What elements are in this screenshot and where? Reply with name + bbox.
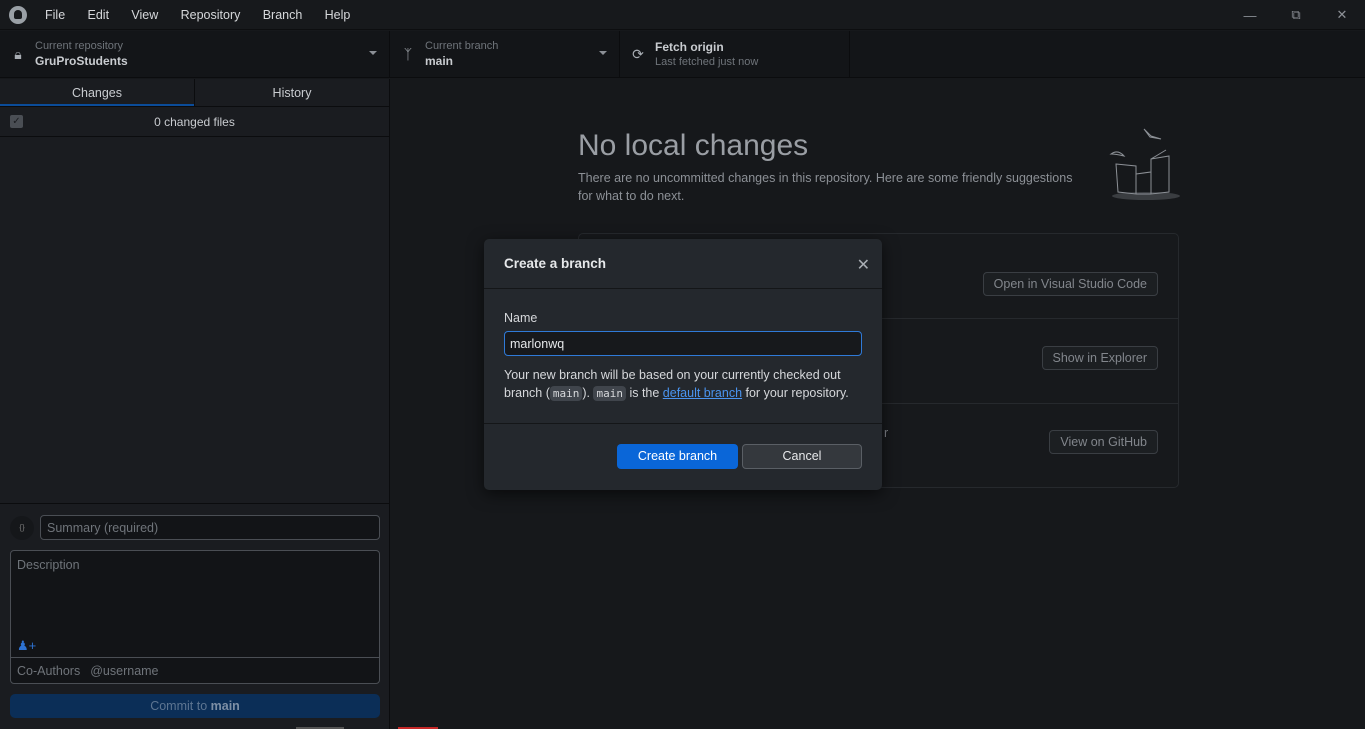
commit-form: {} Summary (required) Description ♟+ Co-… — [0, 503, 389, 729]
menu-bar: File Edit View Repository Branch Help — [45, 8, 369, 22]
name-label: Name — [504, 311, 538, 325]
fetch-origin-button[interactable]: ⟳ Fetch origin Last fetched just now — [620, 31, 850, 77]
add-coauthor-icon[interactable]: ♟+ — [17, 638, 36, 654]
toolbar: 🔒︎ Current repository GruProStudents ᛉ Cu… — [0, 31, 1365, 78]
menu-edit[interactable]: Edit — [88, 8, 110, 22]
page-lead: There are no uncommitted changes in this… — [578, 171, 1073, 203]
cancel-button[interactable]: Cancel — [742, 444, 862, 469]
page-title: No local changes — [578, 129, 809, 162]
current-repository-button[interactable]: 🔒︎ Current repository GruProStudents — [0, 31, 390, 77]
code-main: main — [549, 386, 583, 401]
create-branch-dialog: Create a branch ✕ Name Your new branch w… — [484, 239, 882, 490]
coauthors-label: Co-Authors — [17, 664, 81, 678]
help-part: for your repository. — [742, 386, 849, 400]
help-part: ). — [582, 386, 594, 400]
description-input[interactable]: Description ♟+ Co-Authors @username — [10, 550, 380, 684]
coauthors-input[interactable]: Co-Authors @username — [11, 657, 379, 683]
title-bar: File Edit View Repository Branch Help — … — [0, 0, 1365, 30]
partial-text: r — [884, 426, 889, 440]
fetch-label: Fetch origin — [655, 40, 724, 54]
fetch-status: Last fetched just now — [655, 56, 759, 68]
help-part: is the — [625, 386, 663, 400]
repo-label: Current repository — [35, 40, 124, 52]
avatar: {} — [10, 516, 34, 540]
default-branch-link[interactable]: default branch — [663, 386, 742, 400]
menu-file[interactable]: File — [45, 8, 65, 22]
menu-branch[interactable]: Branch — [263, 8, 303, 22]
sync-icon: ⟳ — [632, 45, 644, 62]
code-main: main — [593, 386, 626, 401]
menu-repository[interactable]: Repository — [181, 8, 241, 22]
summary-input[interactable]: Summary (required) — [40, 515, 380, 540]
caret-down-icon — [369, 51, 377, 55]
changed-files-count: 0 changed files — [154, 114, 235, 129]
select-all-checkbox[interactable]: ✓ — [10, 115, 23, 128]
coauthors-placeholder: @username — [90, 664, 159, 678]
description-placeholder: Description — [17, 558, 80, 572]
sidebar: Changes History ✓ 0 changed files {} Sum… — [0, 79, 390, 729]
close-window-icon[interactable]: ✕ — [1319, 0, 1365, 30]
minimize-icon[interactable]: — — [1227, 0, 1273, 30]
github-logo-icon — [9, 5, 27, 24]
tab-history[interactable]: History — [194, 79, 389, 106]
repo-name: GruProStudents — [35, 54, 128, 68]
branch-name-input[interactable] — [504, 331, 862, 356]
close-icon[interactable]: ✕ — [857, 255, 870, 275]
tab-changes[interactable]: Changes — [0, 79, 194, 106]
menu-help[interactable]: Help — [325, 8, 351, 22]
lock-icon: 🔒︎ — [14, 45, 22, 62]
menu-view[interactable]: View — [131, 8, 158, 22]
branch-label: Current branch — [425, 40, 499, 52]
branch-icon: ᛉ — [403, 46, 413, 62]
create-branch-button[interactable]: Create branch — [617, 444, 738, 469]
branch-name: main — [425, 54, 454, 68]
current-branch-button[interactable]: ᛉ Current branch main — [390, 31, 620, 77]
empty-state-illustration — [1109, 128, 1180, 200]
show-in-explorer-button[interactable]: Show in Explorer — [1041, 346, 1158, 370]
caret-down-icon — [599, 51, 607, 55]
open-vscode-button[interactable]: Open in Visual Studio Code — [982, 272, 1158, 296]
view-on-github-button[interactable]: View on GitHub — [1049, 430, 1158, 454]
commit-branch: main — [210, 699, 240, 713]
help-text: Your new branch will be based on your cu… — [504, 366, 862, 403]
commit-label: Commit to — [150, 699, 211, 713]
restore-icon[interactable]: ⧉ — [1273, 0, 1319, 30]
commit-button[interactable]: Commit to main — [10, 694, 380, 718]
dialog-title: Create a branch — [484, 239, 882, 289]
